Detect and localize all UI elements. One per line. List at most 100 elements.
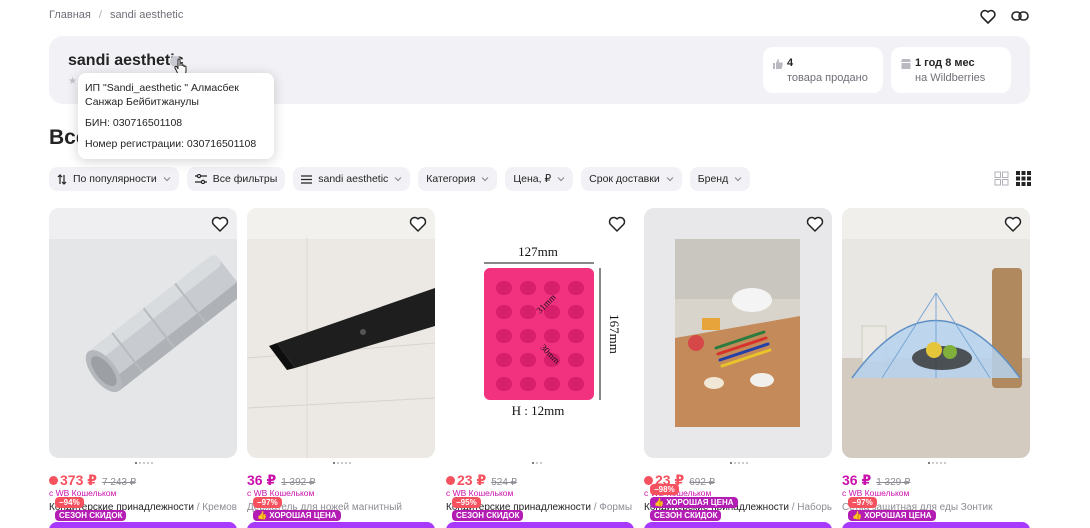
chevron-down-icon [557, 177, 565, 182]
price: 23 ₽ [446, 472, 486, 489]
grid-large-icon[interactable] [994, 171, 1009, 186]
badge-group: −94% СЕЗОН СКИДОК [55, 497, 127, 521]
image-pagination [928, 462, 946, 464]
chevron-down-icon [666, 177, 674, 182]
seller-name: sandi aesthetic [68, 52, 184, 69]
heart-icon[interactable] [978, 6, 998, 26]
add-to-cart-button[interactable] [446, 522, 634, 528]
product-card[interactable]: −94% СЕЗОН СКИДОК 373 ₽ 7 243 ₽ с WB Кош… [49, 208, 237, 528]
category-dropdown[interactable]: Категория [418, 167, 498, 191]
old-price: 1 392 ₽ [281, 477, 316, 488]
price: 36 ₽ [247, 472, 277, 488]
add-to-cart-button[interactable] [644, 522, 832, 528]
image-pagination [333, 462, 351, 464]
header-actions [978, 6, 1030, 26]
badge-group: −95% СЕЗОН СКИДОК [452, 497, 524, 521]
season-badge: СЕЗОН СКИДОК [650, 510, 722, 521]
sort-dropdown[interactable]: По популярности [49, 167, 179, 191]
heart-icon[interactable] [806, 215, 824, 233]
chevron-down-icon [163, 177, 171, 182]
stat-years: 1 год 8 мес на Wildberries [891, 47, 1011, 93]
thumbs-up-icon [773, 59, 783, 69]
image-pagination [135, 462, 153, 464]
season-badge: СЕЗОН СКИДОК [55, 510, 127, 521]
heart-icon[interactable] [211, 215, 229, 233]
chevron-down-icon [394, 177, 402, 182]
view-toggle [994, 171, 1031, 186]
stat-sold: 4 товара продано [763, 47, 883, 93]
good-price-badge: 👍 ХОРОШАЯ ЦЕНА [848, 510, 936, 521]
store-icon [901, 59, 911, 69]
svg-text:H : 12mm: H : 12mm [512, 403, 565, 418]
good-price-badge: 👍 ХОРОШАЯ ЦЕНА [650, 497, 738, 508]
filters-icon [194, 174, 207, 184]
menu-icon [301, 174, 313, 184]
good-price-badge: 👍 ХОРОШАЯ ЦЕНА [253, 510, 341, 521]
price: 373 ₽ [49, 472, 97, 489]
link-icon[interactable] [1010, 6, 1030, 26]
heart-icon[interactable] [1004, 215, 1022, 233]
product-card[interactable]: 127mm 31mm 30mm 167mm H : 12mm −95% СЕЗО… [446, 208, 634, 528]
discount-badge: −94% [55, 497, 84, 508]
product-card[interactable]: −97% 👍 ХОРОШАЯ ЦЕНА 36 ₽ 1 392 ₽ с WB Ко… [247, 208, 435, 528]
sort-icon [57, 173, 67, 185]
svg-text:167mm: 167mm [607, 314, 622, 354]
all-filters-label: Все фильтры [212, 173, 278, 185]
tooltip-bin: БИН: 030716501108 [85, 117, 183, 129]
product-image[interactable] [49, 208, 237, 458]
heart-icon[interactable] [409, 215, 427, 233]
svg-text:127mm: 127mm [518, 244, 558, 259]
delivery-label: Срок доставки [589, 173, 660, 185]
product-card[interactable]: −98% 👍 ХОРОШАЯ ЦЕНА СЕЗОН СКИДОК 23 ₽ 69… [644, 208, 832, 528]
stat-sold-label: товара продано [787, 72, 868, 84]
flame-icon [49, 476, 58, 485]
price-row: 23 ₽ 524 ₽ [446, 472, 517, 489]
badge-group: −97% 👍 ХОРОШАЯ ЦЕНА [253, 497, 341, 521]
discount-badge: −97% [848, 497, 877, 508]
category-label: Категория [426, 173, 476, 185]
seller-info-tooltip: ИП "Sandi_aesthetic " Алмасбек Санжар Бе… [78, 73, 274, 159]
product-card[interactable]: −97% 👍 ХОРОШАЯ ЦЕНА 36 ₽ 1 329 ₽ с WB Ко… [842, 208, 1030, 528]
breadcrumb-separator: / [98, 9, 102, 21]
product-image[interactable] [247, 208, 435, 458]
price-dropdown[interactable]: Цена, ₽ [505, 167, 574, 191]
price-row: 373 ₽ 7 243 ₽ [49, 472, 136, 489]
product-image[interactable] [644, 208, 832, 458]
tooltip-registration: Номер регистрации: 030716501108 [85, 138, 257, 150]
seller-filter-dropdown[interactable]: sandi aesthetic [293, 167, 411, 191]
stat-years-value: 1 год 8 мес [915, 57, 975, 69]
price: 36 ₽ [842, 472, 872, 488]
breadcrumb-home[interactable]: Главная [49, 9, 91, 21]
add-to-cart-button[interactable] [247, 522, 435, 528]
price-label: Цена, ₽ [513, 173, 552, 185]
breadcrumb-current: sandi aesthetic [109, 9, 184, 21]
price-row: 36 ₽ 1 329 ₽ [842, 472, 910, 489]
old-price: 1 329 ₽ [876, 477, 911, 488]
rating-stars-icon: ★ [68, 76, 77, 87]
chevron-down-icon [734, 177, 742, 182]
product-image[interactable]: 127mm 31mm 30mm 167mm H : 12mm [446, 208, 634, 458]
filter-bar: По популярности Все фильтры sandi aesthe… [49, 167, 751, 191]
image-pagination [730, 462, 748, 464]
badge-group: −98% 👍 ХОРОШАЯ ЦЕНА СЕЗОН СКИДОК [650, 484, 738, 521]
product-image[interactable] [842, 208, 1030, 458]
add-to-cart-button[interactable] [49, 522, 237, 528]
seller-filter-label: sandi aesthetic [318, 173, 389, 185]
chevron-down-icon [481, 177, 489, 182]
price-row: 36 ₽ 1 392 ₽ [247, 472, 315, 489]
heart-icon[interactable] [608, 215, 626, 233]
stat-years-label: на Wildberries [915, 72, 986, 84]
tooltip-legal-name: ИП "Sandi_aesthetic " Алмасбек Санжар Бе… [85, 82, 239, 108]
flame-icon [446, 476, 455, 485]
delivery-dropdown[interactable]: Срок доставки [581, 167, 682, 191]
old-price: 524 ₽ [491, 477, 518, 488]
sort-label: По популярности [73, 173, 157, 185]
season-badge: СЕЗОН СКИДОК [452, 510, 524, 521]
brand-dropdown[interactable]: Бренд [689, 167, 751, 191]
image-pagination [532, 462, 542, 464]
grid-small-icon[interactable] [1016, 171, 1031, 186]
breadcrumb: Главная / sandi aesthetic [49, 9, 183, 21]
discount-badge: −98% [650, 484, 679, 495]
add-to-cart-button[interactable] [842, 522, 1030, 528]
all-filters-button[interactable]: Все фильтры [186, 167, 286, 191]
